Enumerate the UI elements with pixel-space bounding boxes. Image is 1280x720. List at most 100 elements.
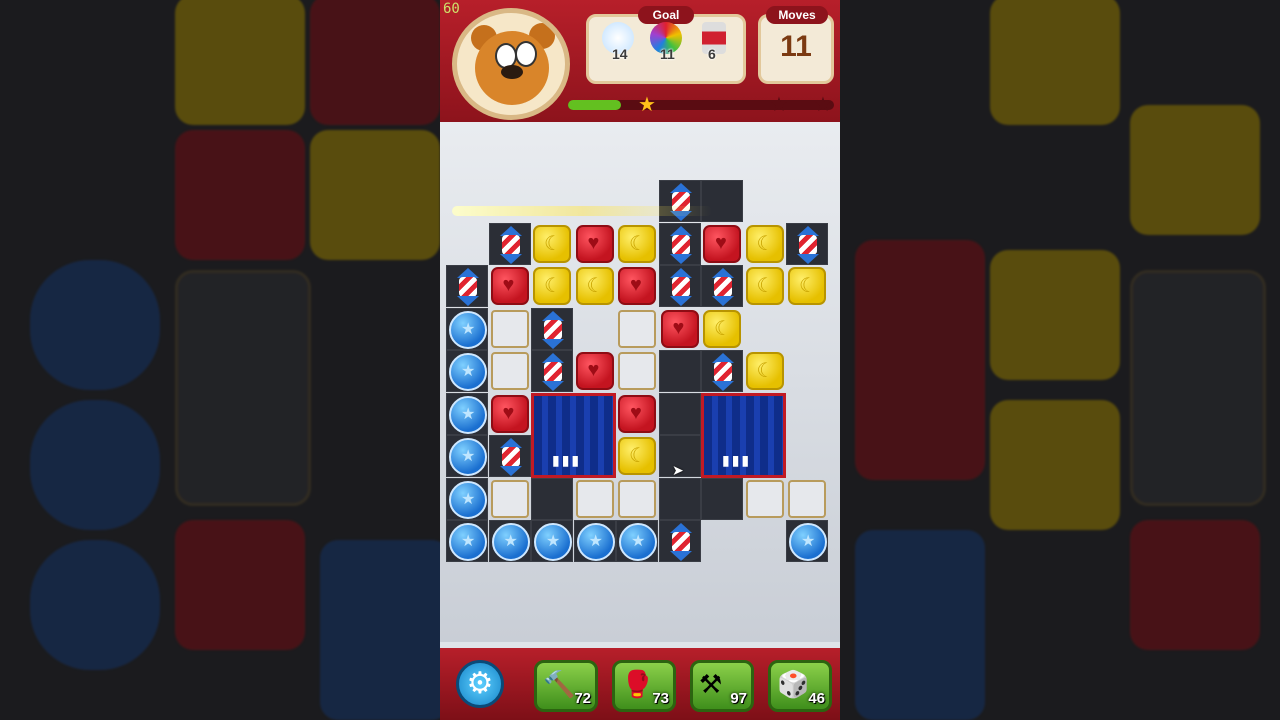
empty-tile[interactable] [618,309,656,348]
board-cell[interactable] [616,223,658,265]
rocket-piece[interactable] [449,268,487,306]
star-bubble[interactable] [491,523,530,561]
yellow-moon-block[interactable] [533,267,571,305]
board-cell[interactable] [701,477,743,520]
yellow-moon-block[interactable] [788,267,826,305]
yellow-moon-block[interactable] [745,267,784,305]
rocket-piece[interactable] [704,268,742,306]
rocket-piece[interactable] [662,225,700,264]
board-cell[interactable] [489,350,531,392]
rocket-piece[interactable] [534,353,572,391]
star-bubble[interactable] [449,523,487,561]
board-cell[interactable] [658,520,701,562]
board-cell[interactable] [658,350,701,392]
board-cell[interactable] [574,350,616,392]
dice-booster-button[interactable]: 🎲 46 [768,660,832,712]
board-cell[interactable] [488,435,531,477]
red-heart-block[interactable] [618,394,656,433]
board-cell[interactable] [786,265,828,307]
board-cell[interactable] [616,478,658,520]
board-cell[interactable] [446,435,488,477]
board-cell[interactable] [658,392,701,435]
board-cell[interactable] [701,350,743,392]
yellow-moon-block[interactable] [618,437,656,475]
board-cell[interactable] [531,477,573,520]
board-cell[interactable] [574,265,616,307]
rocket-piece[interactable] [534,310,572,349]
board-cell[interactable] [531,307,573,350]
star-bubble[interactable] [449,310,487,349]
board-cell[interactable] [531,520,573,562]
empty-tile[interactable] [490,352,529,390]
board-cell[interactable] [701,265,743,307]
star-bubble[interactable] [534,523,572,561]
board-cell[interactable] [744,478,786,520]
rocket-piece[interactable] [789,225,827,264]
empty-tile[interactable] [575,479,614,518]
star-bubble[interactable] [449,353,487,391]
board-cell[interactable] [744,265,786,307]
empty-tile[interactable] [788,479,826,518]
rocket-piece[interactable] [704,353,742,391]
star-bubble[interactable] [576,523,615,561]
hammer-booster-button[interactable]: 🔨 72 [534,660,598,712]
board-cell[interactable] [616,308,658,350]
board-cell[interactable] [489,478,531,520]
star-bubble[interactable] [449,395,487,434]
empty-tile[interactable] [490,309,529,348]
board-cell[interactable] [489,265,531,307]
empty-tile[interactable] [618,479,656,518]
board-cell[interactable] [616,350,658,392]
red-heart-block[interactable] [575,224,614,263]
settings-button[interactable]: ⚙ [456,660,504,708]
yellow-moon-block[interactable] [533,224,571,263]
board-cell[interactable] [701,308,743,350]
empty-tile[interactable] [745,479,784,518]
rocket-piece[interactable] [662,523,700,561]
star-bubble[interactable] [449,480,487,519]
board-cell[interactable] [744,223,786,265]
empty-tile[interactable] [618,352,656,390]
red-heart-block[interactable] [575,352,614,390]
yellow-moon-block[interactable] [745,224,784,263]
board-cell[interactable] [573,520,616,562]
board-cell[interactable] [786,222,828,265]
board-cell[interactable] [489,393,531,435]
board-cell[interactable] [531,265,573,307]
red-heart-block[interactable] [490,267,529,305]
yellow-moon-block[interactable] [745,352,784,390]
red-heart-block[interactable] [660,309,699,348]
yellow-moon-block[interactable] [618,224,656,263]
board-cell[interactable] [531,223,573,265]
yellow-moon-block[interactable] [575,267,614,305]
board-cell[interactable] [446,477,488,520]
rocket-piece[interactable] [492,438,530,476]
red-heart-block[interactable] [618,267,656,305]
red-heart-block[interactable] [703,224,741,263]
board-cell[interactable] [616,393,658,435]
board-cell[interactable] [744,350,786,392]
board-cell[interactable] [658,477,701,520]
board-cell[interactable] [701,223,743,265]
board-cell[interactable] [446,307,488,350]
star-bubble[interactable] [619,523,657,561]
rocket-piece[interactable] [662,268,700,306]
board-cell[interactable] [446,392,488,435]
board-cell[interactable] [446,265,488,307]
board-cell[interactable] [786,520,828,562]
red-heart-block[interactable] [490,394,529,433]
game-board[interactable]: ▮▮▮ ▮▮▮ [446,180,838,584]
board-cell[interactable] [488,520,531,562]
board-cell[interactable] [659,308,701,350]
board-cell[interactable] [446,350,488,392]
star-bubble[interactable] [449,438,487,476]
board-cell[interactable] [658,265,701,307]
board-cell[interactable] [488,222,531,265]
board-cell[interactable] [531,350,573,392]
rocket-piece[interactable] [492,225,530,264]
star-bubble[interactable] [789,523,827,561]
glove-booster-button[interactable]: 🥊 73 [612,660,676,712]
board-cell[interactable] [786,478,828,520]
board-cell[interactable] [574,478,616,520]
board-cell[interactable] [616,520,658,562]
